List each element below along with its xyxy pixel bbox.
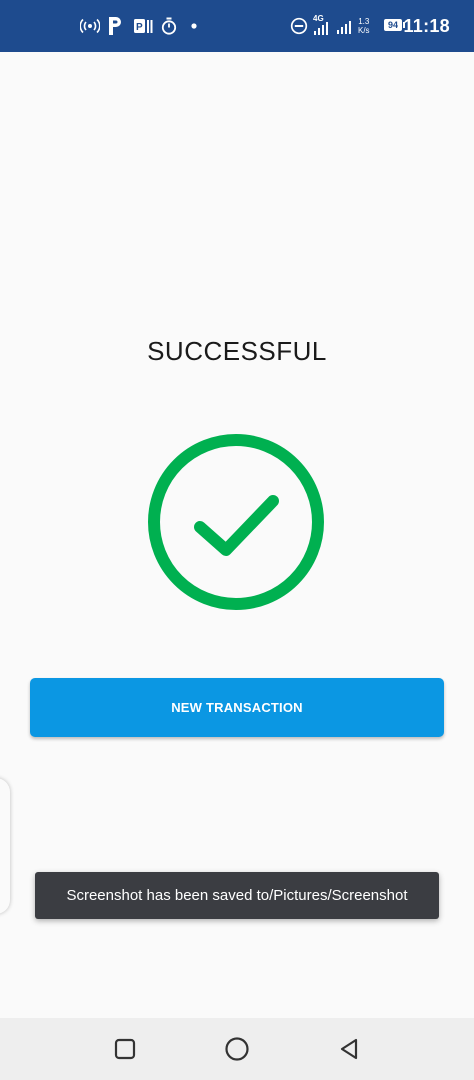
navigation-bar: [0, 1018, 474, 1080]
battery-level: 94: [387, 20, 398, 30]
toast-text: Screenshot has been saved to/Pictures/Sc…: [66, 887, 408, 904]
timer-icon: [160, 15, 178, 37]
network-speed-value: 1.3: [358, 17, 370, 26]
parking-icon: P: [133, 15, 153, 37]
toast-message: Screenshot has been saved to/Pictures/Sc…: [35, 872, 439, 919]
signal-icon-2: [336, 15, 354, 37]
check-mark: [194, 495, 279, 556]
network-speed-unit: K/s: [358, 26, 370, 35]
network-type-label: 4G: [313, 14, 324, 23]
hotspot-icon: [80, 15, 100, 37]
new-transaction-label: NEW TRANSACTION: [171, 700, 303, 715]
dot-icon: [190, 15, 198, 37]
page-title: SUCCESSFUL: [147, 336, 327, 366]
status-bar: P 4G 1.3 K/s 94 11:18: [0, 0, 474, 52]
edge-panel-handle[interactable]: [0, 778, 10, 914]
new-transaction-button[interactable]: NEW TRANSACTION: [30, 678, 444, 737]
p-app-icon: [107, 15, 123, 37]
back-triangle-icon[interactable]: [335, 1035, 363, 1063]
home-circle-icon[interactable]: [223, 1035, 251, 1063]
network-speed: 1.3 K/s: [358, 17, 370, 35]
battery-icon: 94: [384, 19, 405, 31]
check-circle-icon: [148, 434, 324, 610]
check-circle-ring: [148, 434, 324, 610]
svg-text:P: P: [136, 22, 143, 33]
status-clock: 11:18: [403, 16, 450, 36]
recents-square-icon[interactable]: [111, 1035, 139, 1063]
dnd-icon: [290, 15, 308, 37]
signal-icon: 4G: [312, 13, 332, 37]
